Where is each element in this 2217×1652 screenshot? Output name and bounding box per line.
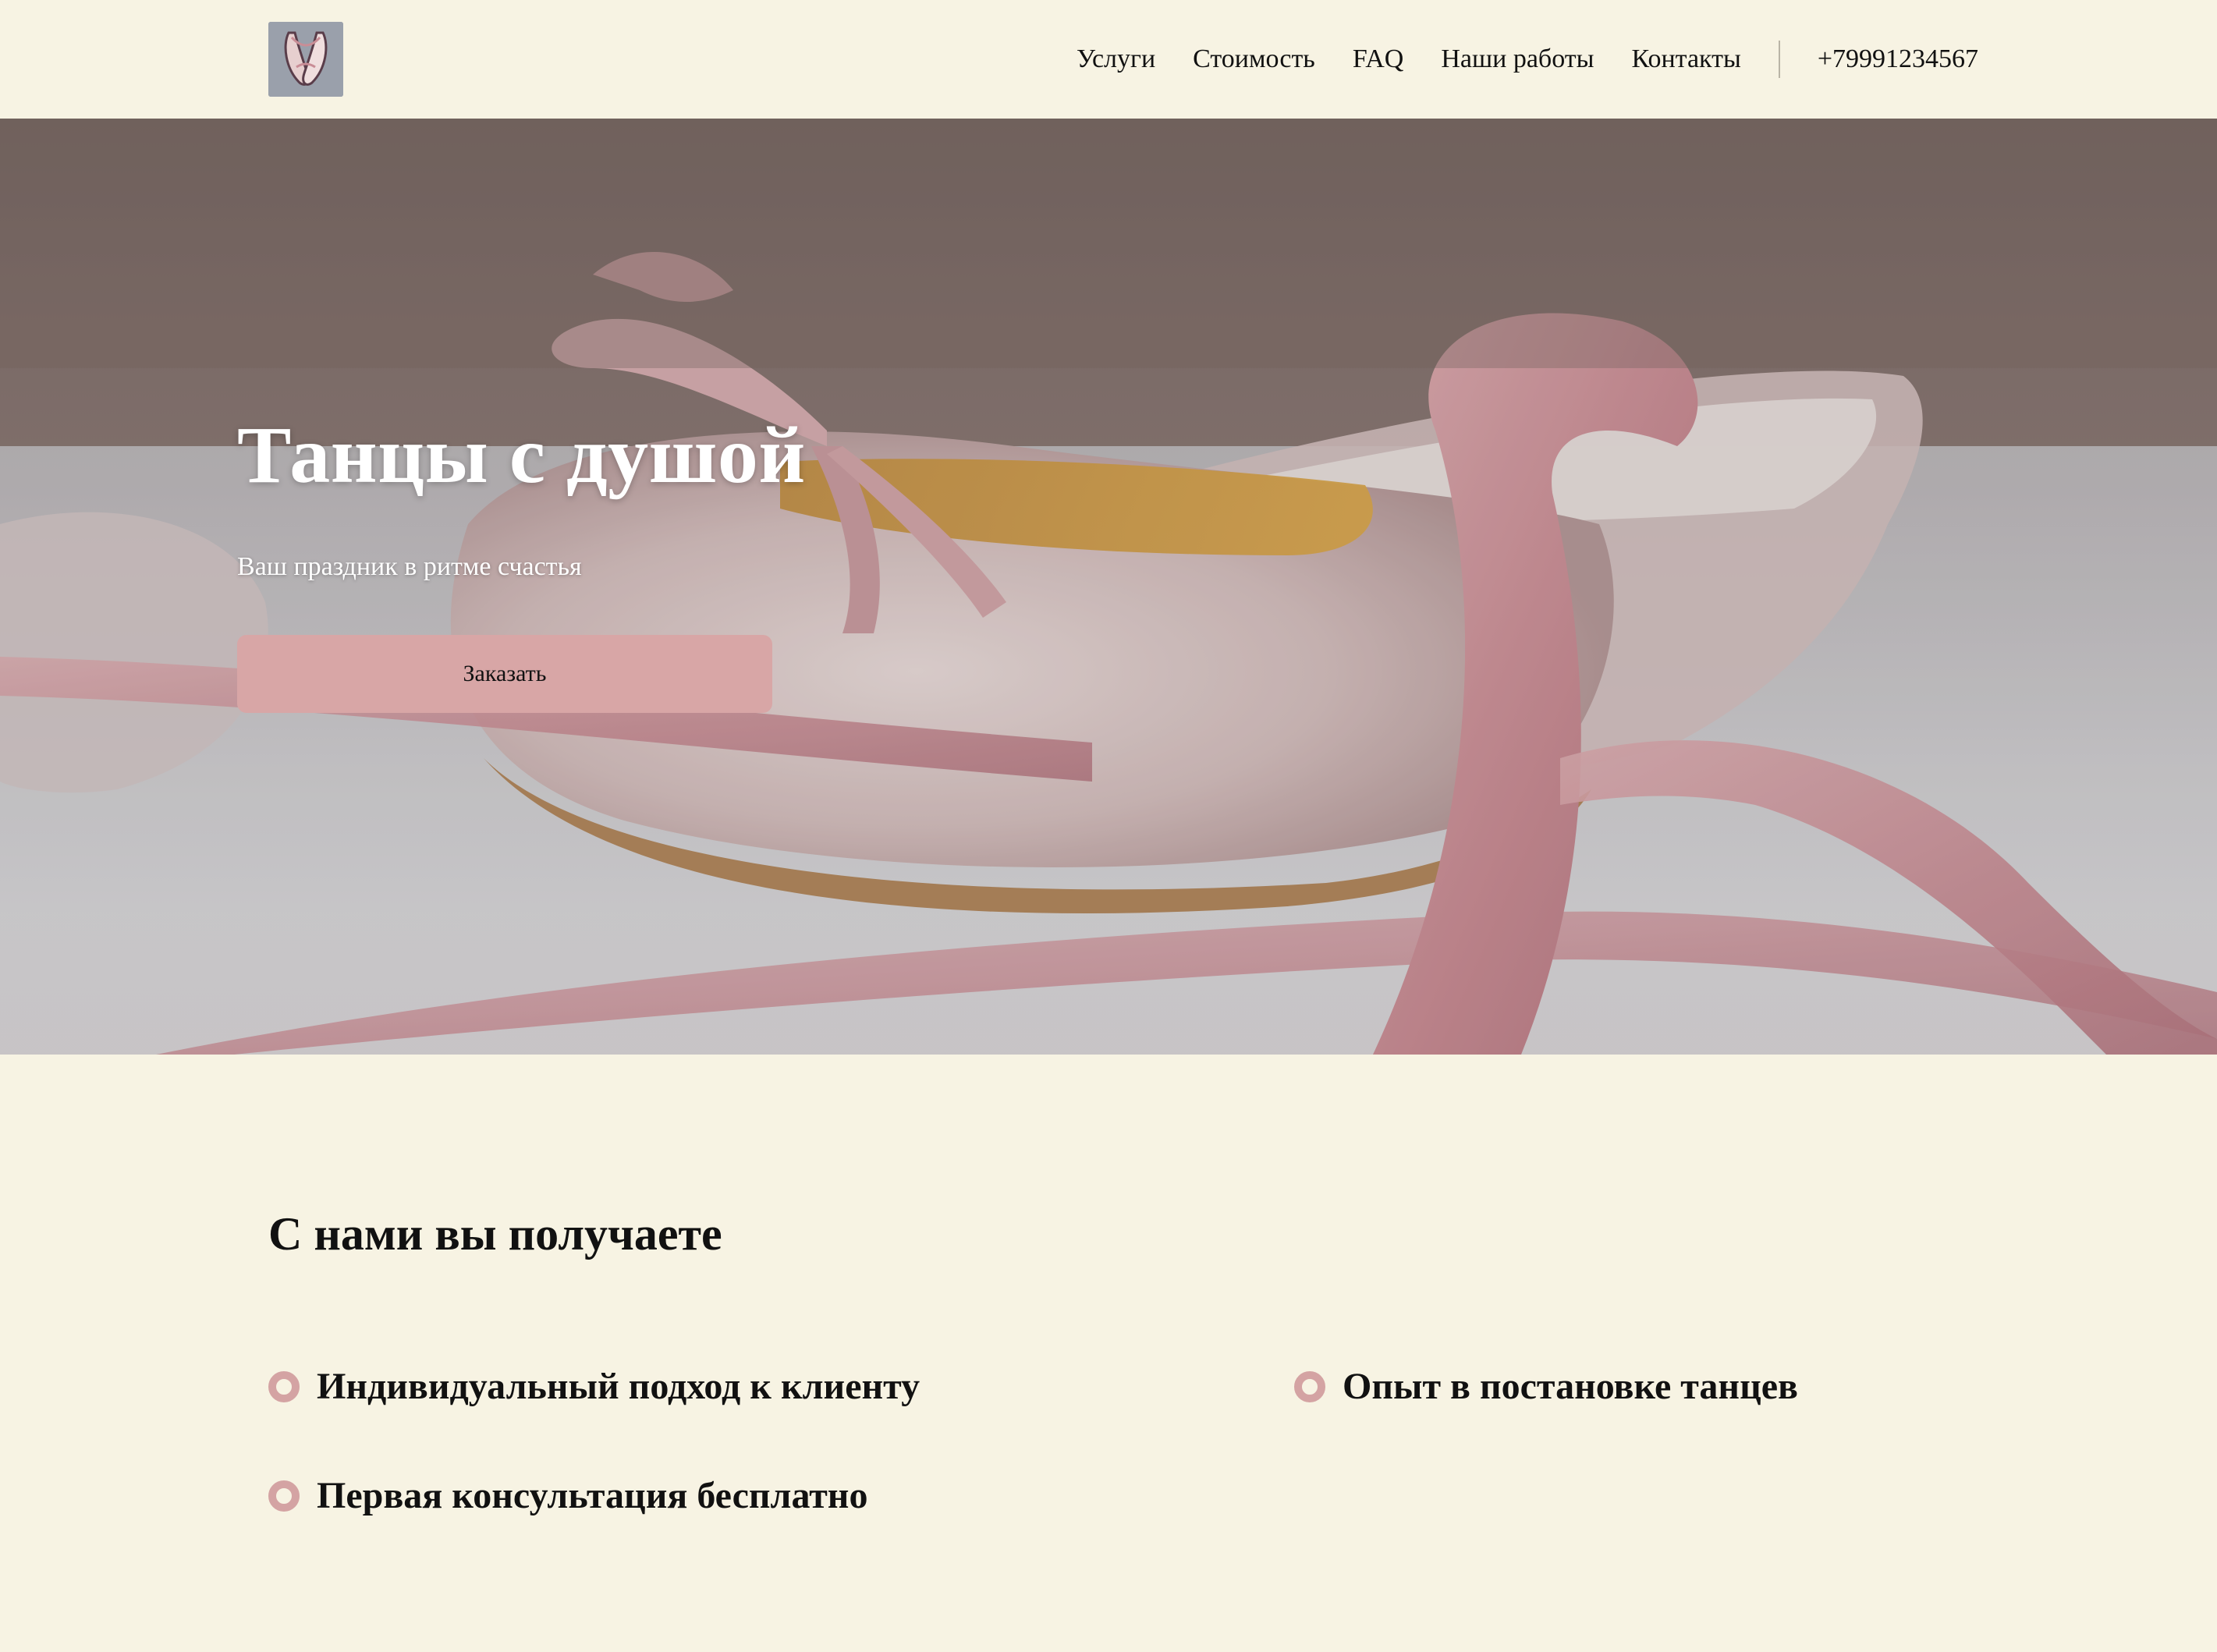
benefit-item: Индивидуальный подход к клиенту — [268, 1365, 920, 1408]
nav-item-portfolio[interactable]: Наши работы — [1441, 44, 1594, 74]
hero-title: Танцы с душой — [237, 410, 806, 500]
hero-subtitle: Ваш праздник в ритме счастья — [237, 552, 582, 581]
benefit-item: Опыт в постановке танцев — [1294, 1365, 1798, 1408]
circle-bullet-icon — [268, 1370, 300, 1402]
nav-item-services[interactable]: Услуги — [1077, 44, 1155, 74]
hero-banner: Танцы с душой Ваш праздник в ритме счаст… — [0, 119, 2217, 1055]
nav-item-faq[interactable]: FAQ — [1353, 44, 1404, 74]
nav-item-contacts[interactable]: Контакты — [1631, 44, 1740, 74]
nav-divider — [1778, 41, 1780, 78]
benefit-item: Первая консультация бесплатно — [268, 1474, 867, 1517]
benefit-text: Индивидуальный подход к клиенту — [317, 1366, 920, 1407]
benefits-title: С нами вы получаете — [268, 1208, 722, 1260]
nav-item-pricing[interactable]: Стоимость — [1193, 44, 1315, 74]
circle-bullet-icon — [268, 1480, 300, 1512]
hero-overlay — [0, 119, 2217, 1055]
logo-ballet-shoes-icon[interactable] — [268, 22, 343, 97]
benefit-text: Первая консультация бесплатно — [317, 1475, 868, 1516]
circle-bullet-icon — [1294, 1370, 1325, 1402]
order-button[interactable]: Заказать — [237, 635, 772, 713]
main-nav: Услуги Стоимость FAQ Наши работы Контакт… — [1077, 0, 1978, 119]
site-header: Услуги Стоимость FAQ Наши работы Контакт… — [0, 0, 2217, 119]
benefit-text: Опыт в постановке танцев — [1343, 1366, 1798, 1407]
phone-link[interactable]: +79991234567 — [1818, 44, 1978, 74]
